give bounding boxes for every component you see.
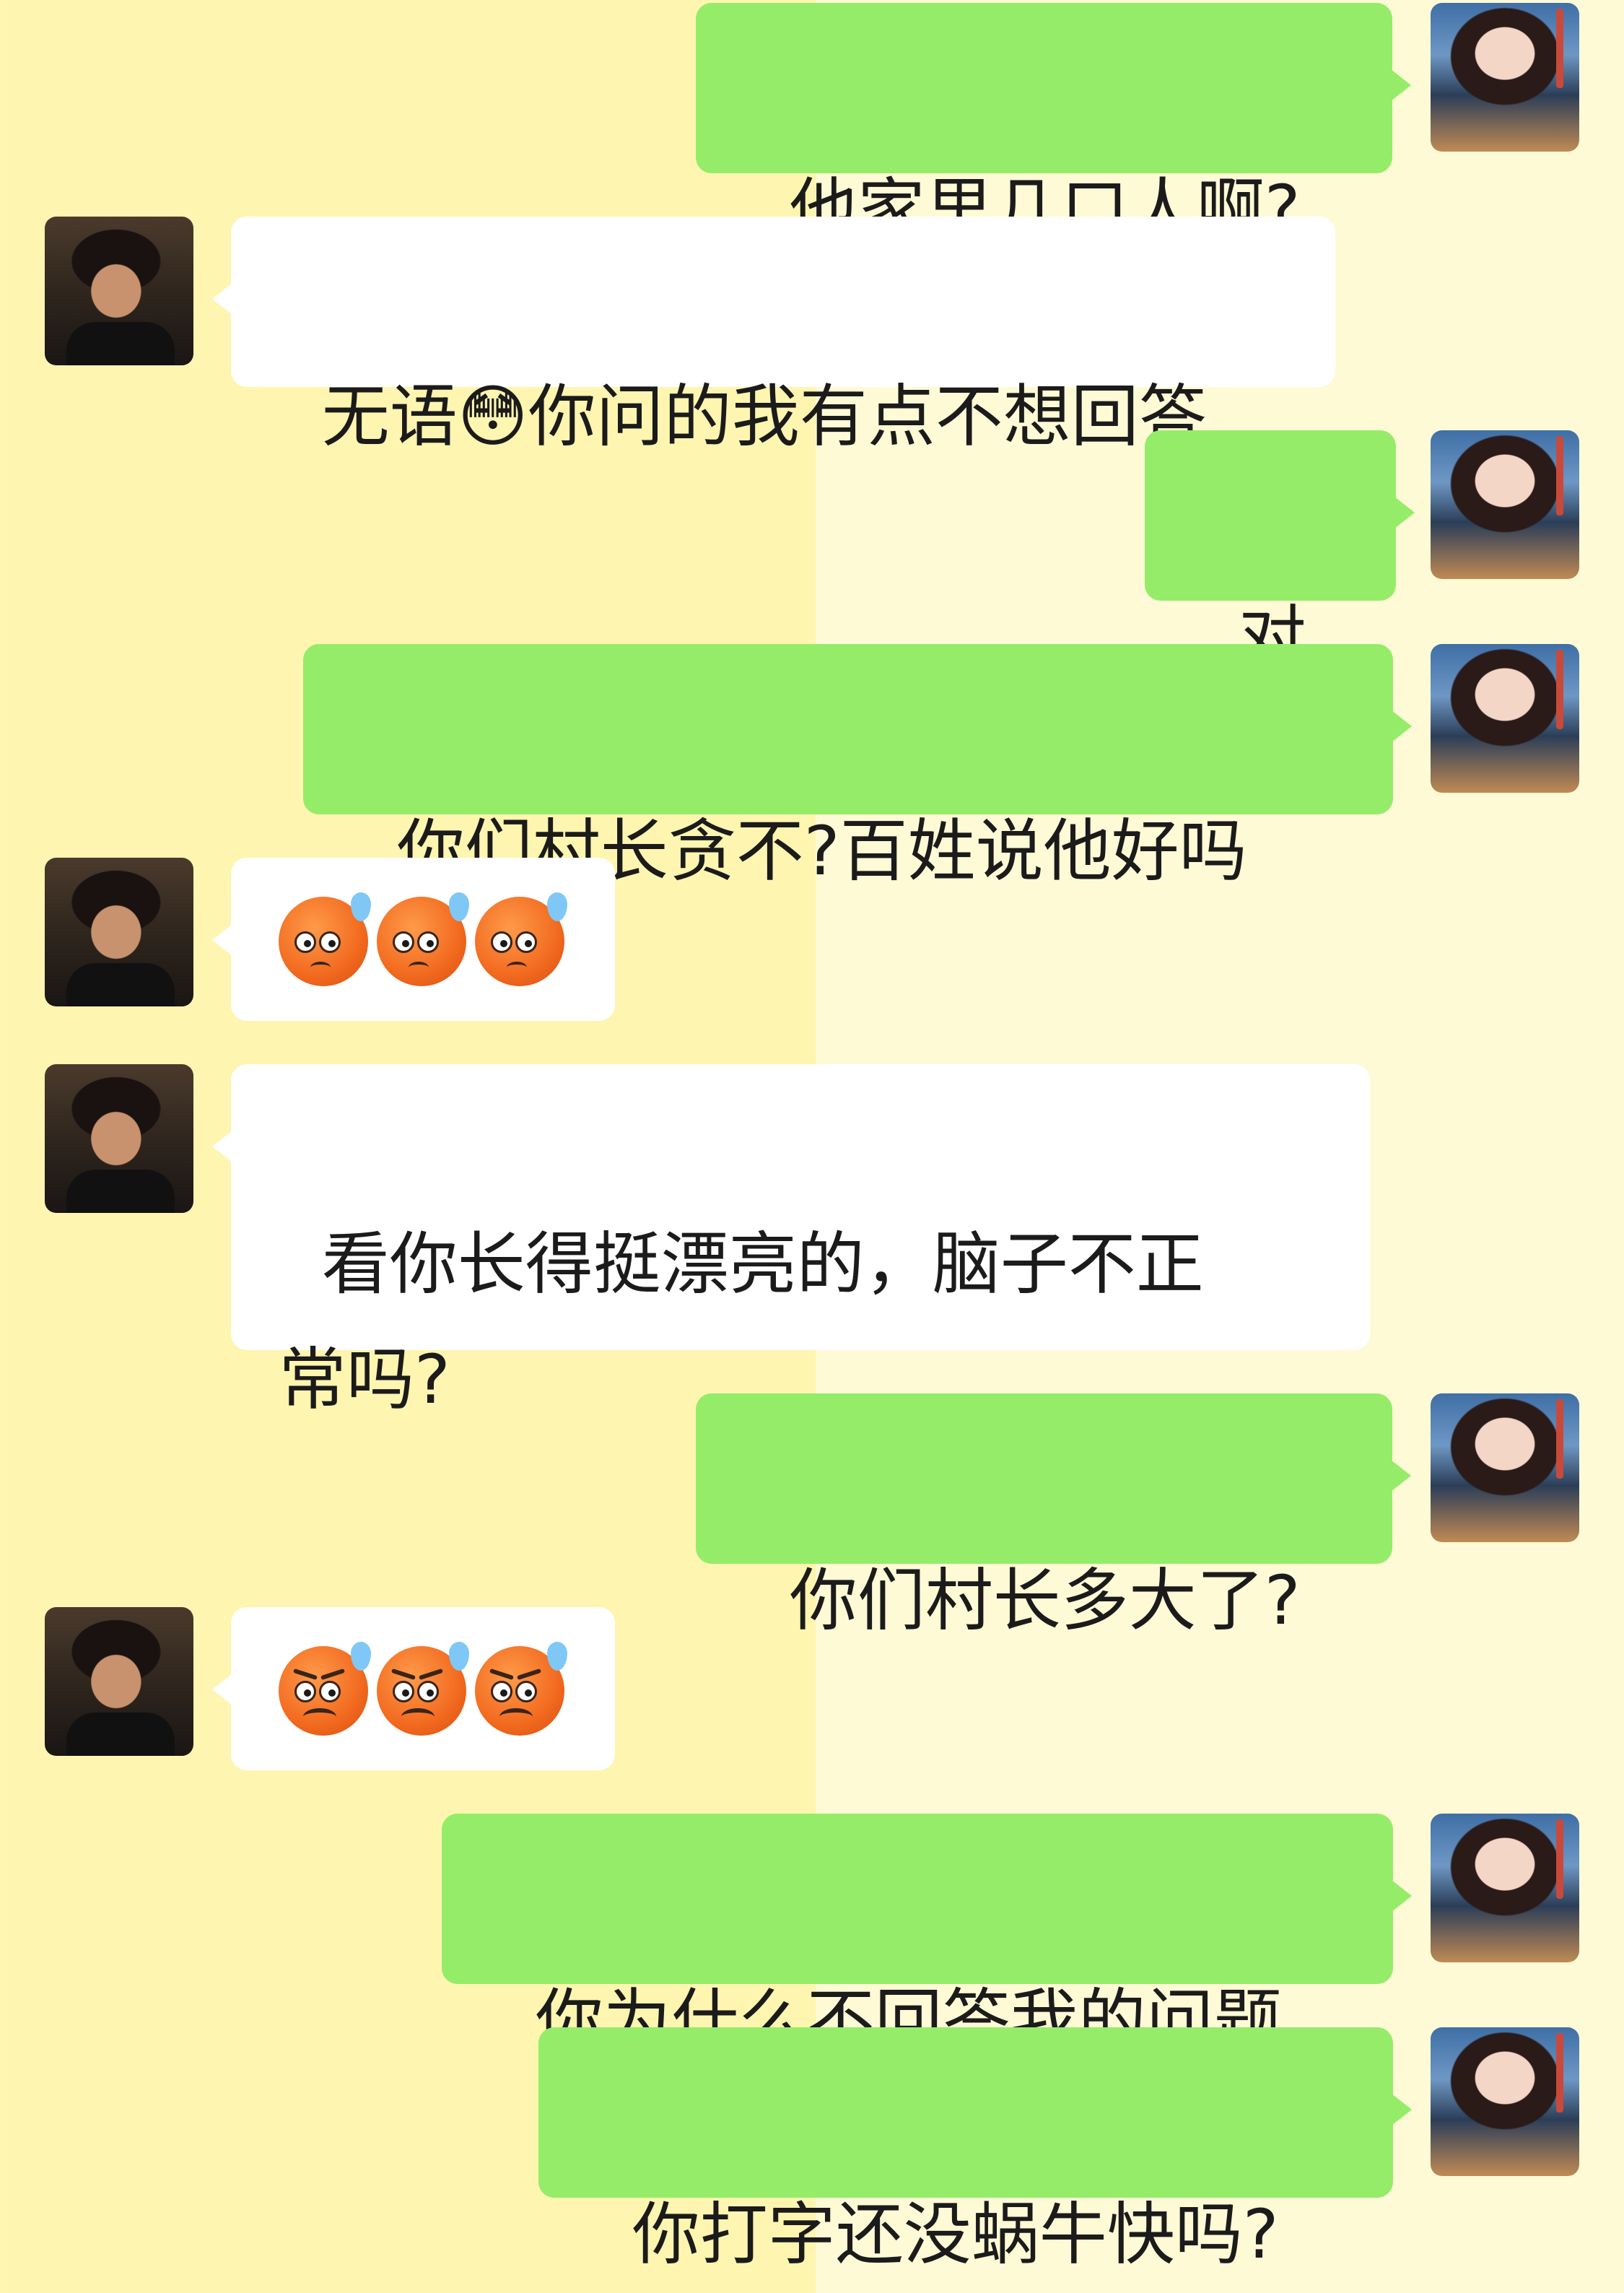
self-message-bubble[interactable]: 你们村长贪不?百姓说他好吗 <box>303 644 1412 891</box>
message-text: 看你长得挺漂亮的，脑子不正 常吗? <box>279 1225 1204 1419</box>
self-message-bubble[interactable]: 你们村长多大了? <box>696 1393 1411 1640</box>
contact-emoji-bubble[interactable] <box>212 858 615 1021</box>
contact-avatar[interactable] <box>45 1607 193 1756</box>
self-avatar[interactable] <box>1431 2027 1579 2176</box>
message-text: 你们村长多大了? <box>789 1562 1301 1640</box>
weary-angry-face-with-sweat-icon <box>377 1642 469 1736</box>
self-message-bubble[interactable]: 你打字还没蜗牛快吗? <box>538 2027 1412 2274</box>
self-avatar[interactable] <box>1431 430 1579 579</box>
message-text: 无语😳你问的我有点不想回答 <box>321 378 1207 456</box>
self-avatar[interactable] <box>1431 1393 1579 1542</box>
contact-message-bubble[interactable]: 看你长得挺漂亮的，脑子不正 常吗? <box>212 1064 1370 1419</box>
self-avatar[interactable] <box>1431 3 1579 152</box>
self-message-bubble[interactable]: 你为什么不回答我的问题 <box>442 1814 1412 2061</box>
weary-angry-face-with-sweat-icon <box>475 1642 567 1736</box>
self-avatar[interactable] <box>1431 1814 1579 1962</box>
contact-emoji-bubble[interactable] <box>212 1607 615 1770</box>
contact-message-bubble[interactable]: 无语😳你问的我有点不想回答 <box>212 217 1335 456</box>
message-text: 你打字还没蜗牛快吗? <box>632 2196 1279 2274</box>
weary-angry-face-with-sweat-icon <box>279 1642 371 1736</box>
anxious-face-with-sweat-icon <box>475 892 567 986</box>
contact-avatar[interactable] <box>45 858 193 1006</box>
anxious-face-with-sweat-icon <box>279 892 371 986</box>
self-avatar[interactable] <box>1431 644 1579 793</box>
self-message-bubble[interactable]: 他家里几口人啊? <box>696 3 1411 250</box>
contact-avatar[interactable] <box>45 1064 193 1213</box>
contact-avatar[interactable] <box>45 217 193 365</box>
self-message-bubble[interactable]: 对了 <box>1145 430 1415 793</box>
anxious-face-with-sweat-icon <box>377 892 469 986</box>
